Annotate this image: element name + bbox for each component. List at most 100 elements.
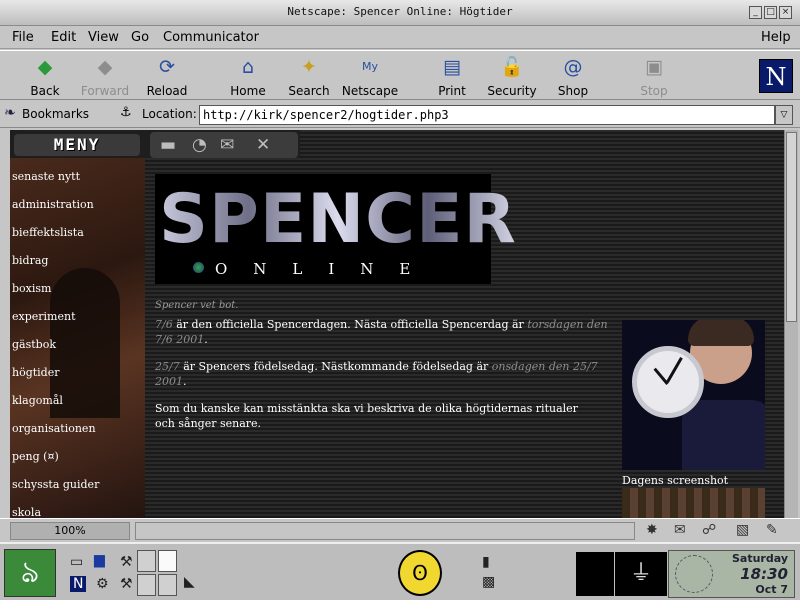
terminal-icon[interactable]: ▭ — [70, 554, 83, 570]
netscape-logo[interactable]: N — [759, 59, 793, 93]
shop-bag-icon: @ — [563, 56, 583, 78]
composer-icon[interactable]: ▧ — [736, 522, 749, 538]
forward-arrow-icon: ◆ — [97, 56, 113, 78]
menu-help[interactable]: Help — [761, 30, 791, 45]
help-icon[interactable]: ⚙ — [96, 576, 109, 592]
component-icon[interactable]: ✸ — [646, 522, 658, 538]
maximize-button[interactable]: □ — [764, 6, 777, 19]
edit-icon[interactable]: ✎ — [766, 522, 778, 538]
nav-item-schyssta-guider[interactable]: schyssta guider — [12, 478, 99, 506]
workspace-1[interactable] — [137, 550, 156, 572]
zoom-level: 100% — [10, 522, 130, 540]
desktop-panel: ঌ ▭ ▆ ⚒ N ⚙ ⚒ ◣ ʘ ▮ ▩ ⏚ Saturday 18:30 O… — [0, 542, 800, 600]
bookmarks-button[interactable]: Bookmarks — [22, 107, 89, 121]
netscape-icon: My — [361, 60, 378, 73]
envelope-icon[interactable]: ✉ — [220, 135, 234, 155]
vertical-scrollbar[interactable] — [784, 130, 798, 518]
paragraph-birthday: 25/7 är Spencers födelsedag. Nästkommand… — [155, 359, 615, 389]
nav-item-senaste-nytt[interactable]: senaste nytt — [12, 170, 99, 198]
back-button[interactable]: ◆ Back — [16, 53, 74, 99]
forward-button[interactable]: ◆ Forward — [76, 53, 134, 99]
screen-icon[interactable]: ▩ — [482, 574, 495, 590]
close-x-icon[interactable]: ✕ — [256, 135, 270, 155]
lamp-icon[interactable]: ⏚ — [615, 552, 667, 596]
workspace-pager[interactable] — [137, 550, 177, 596]
clock-date: Oct 7 — [755, 583, 788, 596]
menu-go[interactable]: Go — [131, 30, 149, 45]
printer-icon: ▤ — [443, 56, 461, 78]
close-button[interactable]: × — [779, 6, 792, 19]
stop-icon: ▣ — [645, 56, 663, 78]
workspace-3[interactable] — [137, 574, 156, 596]
nav-item-klagomal[interactable]: klagomål — [12, 394, 99, 422]
reload-button[interactable]: ⟳ Reload — [138, 53, 196, 99]
nav-item-bidrag[interactable]: bidrag — [12, 254, 99, 282]
date-7-6: 7/6 — [155, 318, 173, 331]
p1-text: är den officiella Spencerdagen. Nästa of… — [172, 318, 528, 331]
window-title: Netscape: Spencer Online: Högtider — [287, 5, 513, 18]
gnome-foot-icon[interactable]: ঌ — [4, 549, 56, 597]
netscape-launcher-icon[interactable]: N — [70, 576, 87, 592]
location-input[interactable]: http://kirk/spencer2/hogtider.php3 — [199, 105, 775, 125]
second-photo[interactable] — [622, 488, 765, 518]
nav-item-gastbok[interactable]: gästbok — [12, 338, 99, 366]
main-text: Spencer vet bot. 7/6 är den officiella S… — [155, 300, 615, 431]
paragraph-rituals: Som du kanske kan misstänkta ska vi besk… — [155, 402, 578, 430]
workspace-4[interactable] — [158, 574, 177, 596]
search-button[interactable]: ✦ Search — [280, 53, 338, 99]
reload-icon: ⟳ — [159, 56, 175, 78]
netscape-button[interactable]: My Netscape — [341, 53, 399, 99]
page-proxy-icon[interactable]: ⚓ — [120, 105, 132, 120]
p1-end: . — [204, 333, 208, 346]
screenshot-photo[interactable] — [622, 320, 765, 470]
minimize-button[interactable]: _ — [749, 6, 762, 19]
clock-applet[interactable]: Saturday 18:30 Oct 7 — [668, 550, 795, 598]
nav-item-bieffektslista[interactable]: bieffektslista — [12, 226, 99, 254]
clock-day: Saturday — [732, 552, 788, 565]
tool-icon[interactable]: ⚒ — [120, 554, 133, 570]
monitor-icon[interactable]: ▆ — [94, 552, 105, 568]
menu-edit[interactable]: Edit — [51, 30, 76, 45]
stop-button[interactable]: ▣ Stop — [625, 53, 683, 99]
nav-item-boxism[interactable]: boxism — [12, 282, 99, 310]
logo-spencer-text: SPENCER — [159, 180, 517, 259]
menu-communicator[interactable]: Communicator — [163, 30, 259, 45]
workspace-2[interactable] — [158, 550, 177, 572]
photo-body — [682, 400, 765, 470]
nav-item-hogtider[interactable]: högtider — [12, 366, 99, 394]
nav-item-peng[interactable]: peng (¤) — [12, 450, 99, 478]
cpu-monitor-applet[interactable] — [576, 552, 614, 596]
security-button[interactable]: 🔓 Security — [483, 53, 541, 99]
print-button[interactable]: ▤ Print — [423, 53, 481, 99]
page-content: MENY ▬ ◔ ✉ ✕ senaste nytt administration… — [10, 130, 784, 518]
pager-arrow-icon[interactable]: ◣ — [184, 574, 195, 590]
menu-file[interactable]: File — [12, 30, 34, 45]
bookmarks-icon: ❧ — [4, 105, 16, 121]
clock-dial-icon — [675, 555, 713, 593]
navigation-toolbar: ◆ Back ◆ Forward ⟳ Reload ⌂ Home ✦ Searc… — [0, 50, 800, 100]
shop-button[interactable]: @ Shop — [544, 53, 602, 99]
menu-view[interactable]: View — [88, 30, 119, 45]
discussion-icon[interactable]: ☍ — [702, 522, 716, 538]
nav-item-skola[interactable]: skola — [12, 506, 99, 518]
spencer-online-logo: SPENCER ONLINE — [155, 174, 516, 284]
status-bar: 100% ✸ ✉ ☍ ▧ ✎ — [0, 518, 800, 542]
wrench-icon[interactable]: ⚒ — [120, 576, 133, 592]
nav-item-administration[interactable]: administration — [12, 198, 99, 226]
home-icon: ⌂ — [241, 56, 255, 78]
folder-icon[interactable]: ▬ — [160, 135, 176, 155]
nav-item-experiment[interactable]: experiment — [12, 310, 99, 338]
clock-time: 18:30 — [740, 565, 788, 583]
nav-item-organisationen[interactable]: organisationen — [12, 422, 99, 450]
globe-icon — [193, 262, 204, 273]
photo-caption: Dagens screenshot — [622, 474, 729, 487]
moon-face-icon[interactable]: ʘ — [398, 550, 442, 596]
pacman-icon[interactable]: ◔ — [192, 135, 207, 155]
scrollbar-thumb[interactable] — [786, 132, 797, 322]
mail-icon[interactable]: ✉ — [674, 522, 686, 538]
menu-header: MENY ▬ ◔ ✉ ✕ — [10, 130, 300, 158]
home-button[interactable]: ⌂ Home — [219, 53, 277, 99]
location-dropdown-icon[interactable]: ▽ — [775, 105, 793, 125]
location-toolbar: ❧ Bookmarks ⚓ Location: http://kirk/spen… — [0, 101, 800, 128]
drive-icon[interactable]: ▮ — [482, 554, 490, 570]
